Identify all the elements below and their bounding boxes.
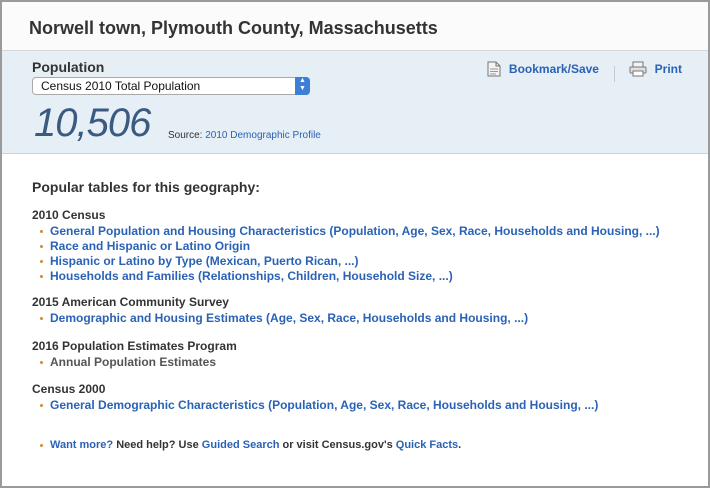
print-label: Print — [654, 62, 682, 76]
population-section: Population Census 2010 Total Population … — [2, 51, 708, 154]
or-visit-text: or visit Census.gov's — [279, 439, 396, 451]
document-icon — [487, 61, 501, 77]
table-link[interactable]: Demographic and Housing Estimates (Age, … — [50, 311, 528, 325]
quick-facts-link[interactable]: Quick Facts — [396, 439, 458, 451]
table-link[interactable]: Households and Families (Relationships, … — [50, 269, 453, 283]
action-divider — [614, 65, 616, 82]
want-more-link[interactable]: Want more? — [50, 439, 113, 451]
list-item: Annual Population Estimates — [32, 355, 237, 370]
action-links: Bookmark/Save Print — [487, 61, 682, 82]
list-item[interactable]: General Demographic Characteristics (Pop… — [32, 398, 598, 413]
source-prefix: Source: — [168, 130, 203, 141]
list-item[interactable]: Race and Hispanic or Latino Origin — [32, 239, 660, 254]
group-census-2000: Census 2000 General Demographic Characte… — [32, 382, 598, 413]
population-select-value: Census 2010 Total Population — [41, 79, 201, 93]
group-title: 2010 Census — [32, 208, 106, 222]
group-2010-census: 2010 Census General Population and Housi… — [32, 208, 660, 284]
group-2016-pep: 2016 Population Estimates Program Annual… — [32, 339, 237, 370]
population-select[interactable]: Census 2010 Total Population ▲ ▼ — [32, 77, 310, 95]
table-link[interactable]: Race and Hispanic or Latino Origin — [50, 239, 250, 253]
help-footer: Want more? Need help? Use Guided Search … — [32, 439, 461, 451]
bookmark-save-button[interactable]: Bookmark/Save — [487, 61, 599, 77]
group-title: 2015 American Community Survey — [32, 295, 229, 309]
popular-tables-heading: Popular tables for this geography: — [32, 179, 260, 195]
population-value: 10,506 — [34, 101, 151, 145]
source-link[interactable]: 2010 Demographic Profile — [205, 130, 321, 141]
list-item[interactable]: Demographic and Housing Estimates (Age, … — [32, 311, 528, 326]
table-link[interactable]: General Demographic Characteristics (Pop… — [50, 398, 598, 412]
bookmark-save-label: Bookmark/Save — [508, 62, 599, 76]
dropdown-arrow-icon[interactable]: ▲ ▼ — [295, 77, 310, 95]
need-help-text: Need help? Use — [113, 439, 202, 451]
table-link[interactable]: General Population and Housing Character… — [50, 224, 660, 238]
footer-period: . — [458, 439, 462, 451]
community-facts-panel: Norwell town, Plymouth County, Massachus… — [0, 0, 710, 488]
group-2015-acs: 2015 American Community Survey Demograph… — [32, 295, 528, 326]
printer-icon — [629, 61, 647, 77]
list-item[interactable]: Households and Families (Relationships, … — [32, 269, 660, 284]
source-text: Source: 2010 Demographic Profile — [168, 130, 321, 141]
group-title: 2016 Population Estimates Program — [32, 339, 237, 353]
page-title: Norwell town, Plymouth County, Massachus… — [29, 18, 438, 38]
population-label: Population — [32, 59, 105, 75]
list-item[interactable]: Hispanic or Latino by Type (Mexican, Pue… — [32, 254, 660, 269]
print-button[interactable]: Print — [629, 61, 682, 77]
guided-search-link[interactable]: Guided Search — [202, 439, 280, 451]
list-item[interactable]: General Population and Housing Character… — [32, 224, 660, 239]
group-title: Census 2000 — [32, 382, 106, 396]
table-link[interactable]: Hispanic or Latino by Type (Mexican, Pue… — [50, 254, 359, 268]
title-bar: Norwell town, Plymouth County, Massachus… — [2, 2, 708, 51]
